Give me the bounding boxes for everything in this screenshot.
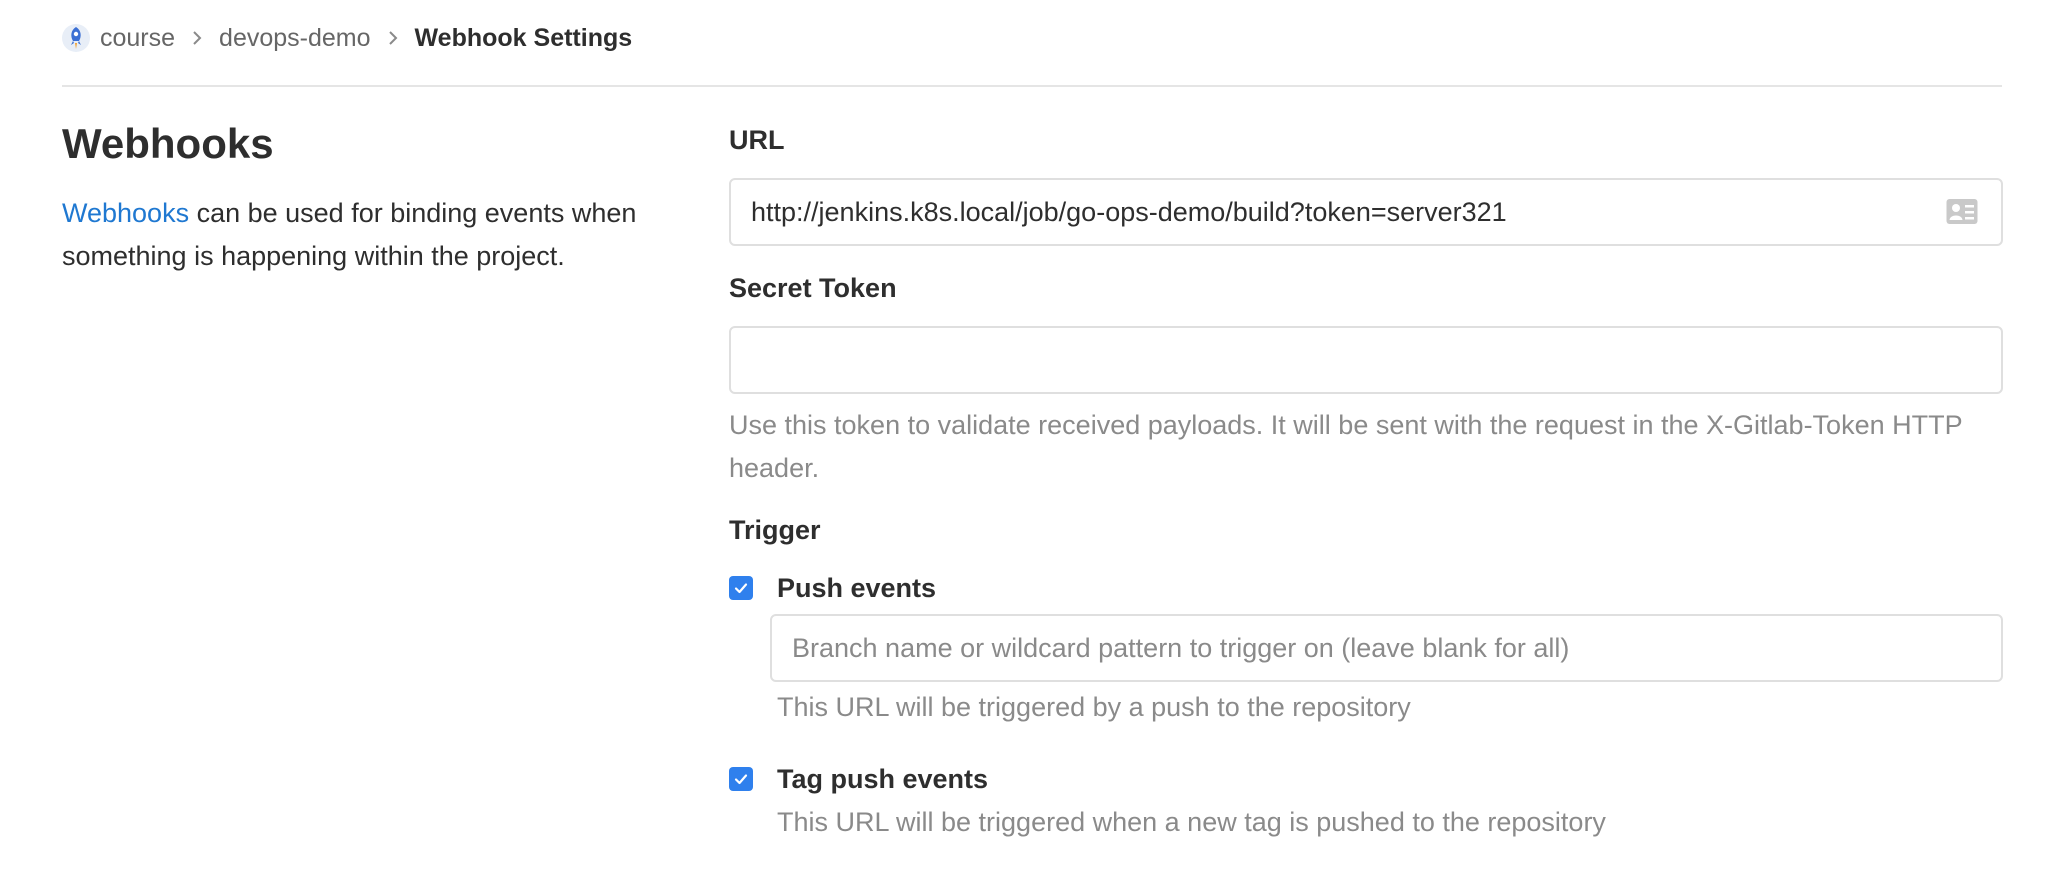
url-input-wrap — [729, 178, 2003, 246]
secret-token-label: Secret Token — [729, 273, 897, 303]
push-events-checkbox[interactable] — [729, 576, 753, 600]
tag-push-events-help: This URL will be triggered when a new ta… — [777, 807, 1606, 837]
secret-token-help: Use this token to validate received payl… — [729, 410, 1963, 483]
chevron-right-icon — [387, 29, 399, 47]
breadcrumb-item-course[interactable]: course — [100, 24, 175, 53]
contact-card-icon[interactable] — [1945, 196, 1979, 228]
secret-token-input-wrap — [729, 326, 2003, 394]
chevron-right-icon — [191, 29, 203, 47]
secret-token-input[interactable] — [729, 326, 2003, 394]
push-events-help: This URL will be triggered by a push to … — [777, 692, 1411, 722]
project-avatar-icon[interactable] — [62, 24, 90, 52]
tag-push-events-row: Tag push events — [729, 759, 2003, 799]
branch-filter-input[interactable] — [770, 614, 2003, 682]
settings-sidebar-info: Webhooks Webhooks can be used for bindin… — [62, 118, 652, 278]
webhooks-help-link[interactable]: Webhooks — [62, 198, 189, 228]
push-events-branch-wrap — [770, 614, 2003, 682]
webhook-settings-page: course devops-demo Webhook Settings Webh… — [0, 0, 2054, 884]
header-divider — [62, 85, 2002, 87]
tag-push-events-label[interactable]: Tag push events — [777, 764, 988, 795]
trigger-label: Trigger — [729, 515, 821, 545]
push-events-row: Push events — [729, 568, 2003, 608]
breadcrumb: course devops-demo Webhook Settings — [62, 16, 632, 60]
url-label: URL — [729, 125, 785, 155]
url-input[interactable] — [729, 178, 2003, 246]
webhook-form: URL Secret Token Use this token to valid… — [729, 120, 2003, 844]
tag-push-events-checkbox[interactable] — [729, 767, 753, 791]
section-description: Webhooks can be used for binding events … — [62, 192, 652, 278]
breadcrumb-current[interactable]: Webhook Settings — [415, 24, 633, 53]
breadcrumb-item-devops-demo[interactable]: devops-demo — [219, 24, 370, 53]
push-events-label[interactable]: Push events — [777, 573, 936, 604]
page-title: Webhooks — [62, 120, 274, 167]
